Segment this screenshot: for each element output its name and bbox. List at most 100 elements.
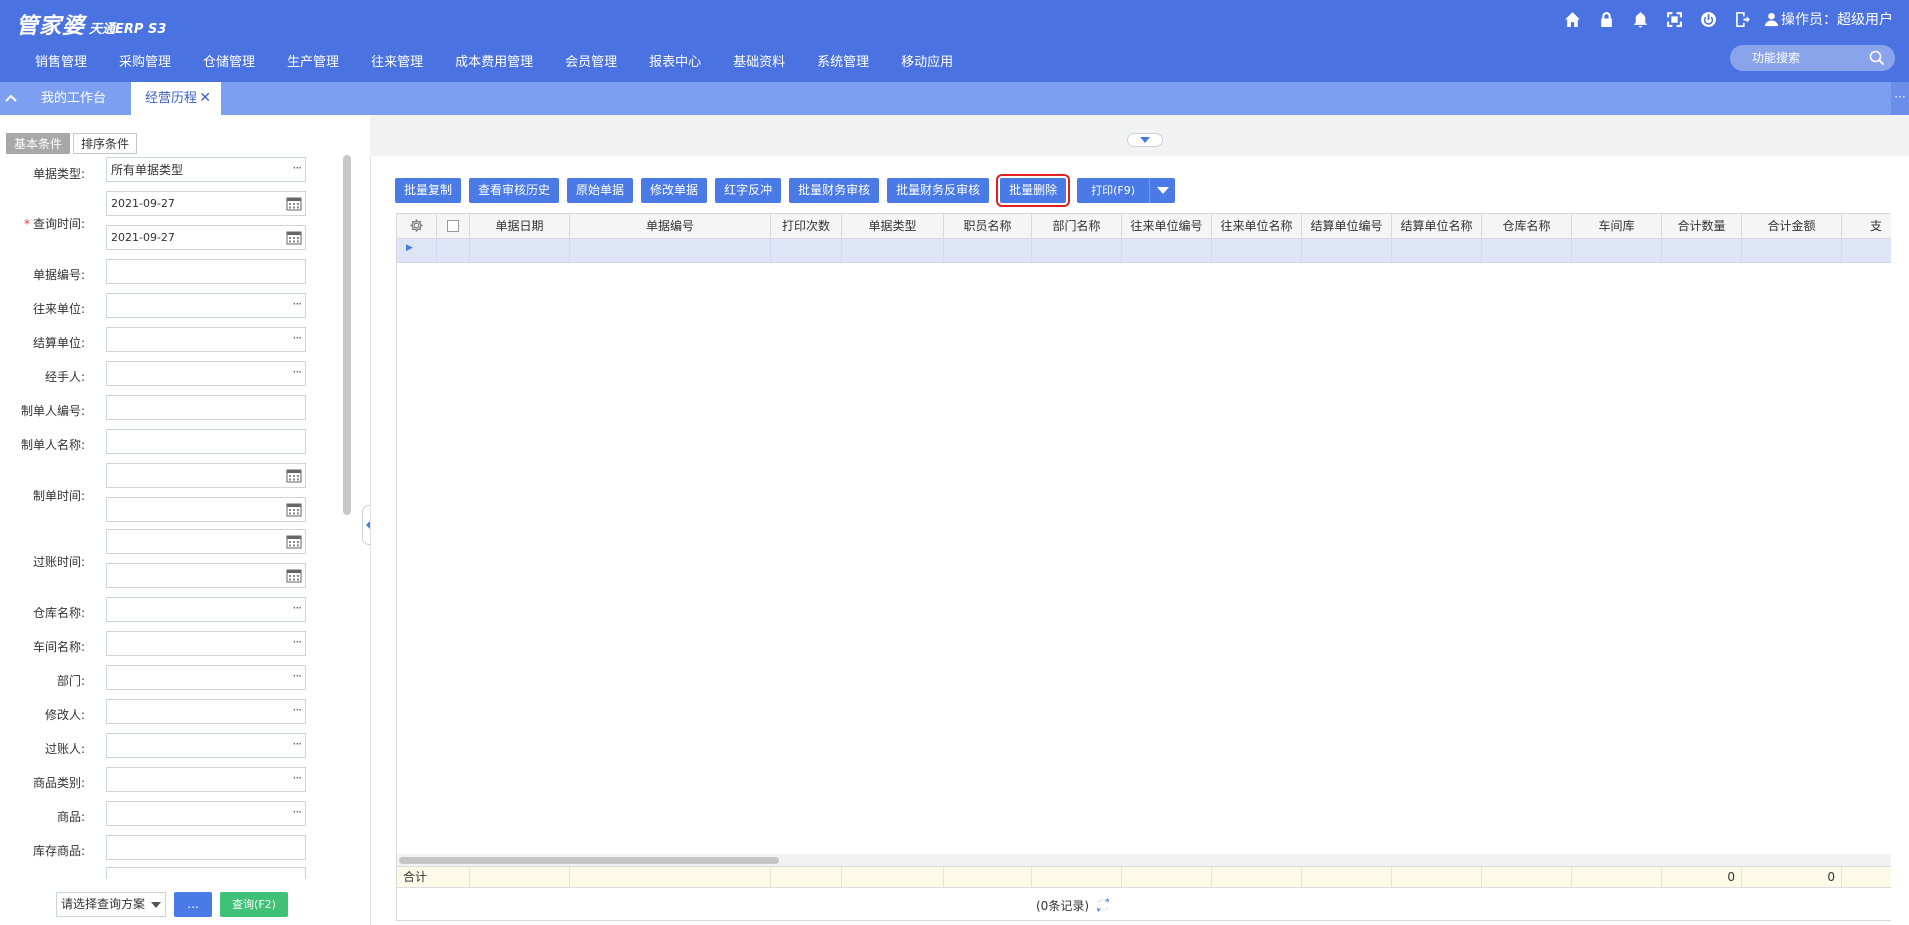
edit-bill-button[interactable]: 修改单据 xyxy=(641,178,708,203)
row-cell[interactable] xyxy=(944,239,1032,263)
ellipsis-icon[interactable]: ··· xyxy=(293,365,303,379)
creator-no-input[interactable] xyxy=(107,396,277,419)
select-all-checkbox[interactable] xyxy=(437,214,470,238)
ellipsis-icon[interactable]: ··· xyxy=(293,737,303,751)
settle-unit-field[interactable]: ··· xyxy=(106,327,306,352)
create-time-to-input[interactable] xyxy=(107,498,277,521)
goods-category-field[interactable]: ··· xyxy=(106,767,306,792)
refresh-icon[interactable] xyxy=(1095,897,1111,913)
goods-field[interactable]: ··· xyxy=(106,801,306,826)
col-workshop[interactable]: 车间库 xyxy=(1572,214,1662,238)
row-cell[interactable] xyxy=(470,239,570,263)
partner-input[interactable] xyxy=(107,294,277,317)
bell-icon[interactable] xyxy=(1630,9,1650,29)
nav-system[interactable]: 系统管理 xyxy=(801,50,885,76)
row-cell[interactable] xyxy=(1212,239,1302,263)
query-scheme-select[interactable]: 请选择查询方案 xyxy=(56,892,166,917)
tab-business-history[interactable]: 经营历程 ✕ xyxy=(131,82,221,115)
tab-basic-conditions[interactable]: 基本条件 xyxy=(6,133,71,154)
home-icon[interactable] xyxy=(1562,9,1582,29)
col-settle-no[interactable]: 结算单位编号 xyxy=(1302,214,1392,238)
next-field-partial[interactable] xyxy=(106,867,306,879)
row-cell[interactable] xyxy=(1742,239,1842,263)
col-settle-name[interactable]: 结算单位名称 xyxy=(1392,214,1482,238)
nav-mobile[interactable]: 移动应用 xyxy=(885,50,969,76)
ellipsis-icon[interactable]: ··· xyxy=(293,669,303,683)
nav-reports[interactable]: 报表中心 xyxy=(633,50,717,76)
row-cell[interactable] xyxy=(1662,239,1742,263)
partner-field[interactable]: ··· xyxy=(106,293,306,318)
nav-accounts[interactable]: 往来管理 xyxy=(355,50,439,76)
red-reverse-button[interactable]: 红字反冲 xyxy=(715,178,782,203)
poster-input[interactable] xyxy=(107,734,277,757)
content-scrollbar[interactable] xyxy=(1891,156,1909,925)
calendar-icon[interactable] xyxy=(286,568,302,583)
more-tabs-icon[interactable]: ··· xyxy=(1891,82,1909,115)
create-time-to[interactable] xyxy=(106,497,306,522)
chevron-down-icon[interactable] xyxy=(1149,178,1175,203)
post-time-to[interactable] xyxy=(106,563,306,588)
audit-history-button[interactable]: 查看审核历史 xyxy=(469,178,560,203)
row-cell[interactable] xyxy=(1482,239,1572,263)
calendar-icon[interactable] xyxy=(286,468,302,483)
row-cell[interactable] xyxy=(1122,239,1212,263)
function-search-input[interactable] xyxy=(1752,51,1862,65)
ellipsis-icon[interactable]: ··· xyxy=(293,635,303,649)
batch-copy-button[interactable]: 批量复制 xyxy=(395,178,462,203)
query-date-to[interactable] xyxy=(106,225,306,250)
post-time-to-input[interactable] xyxy=(107,564,277,587)
grid-settings[interactable] xyxy=(397,214,437,238)
scheme-more-button[interactable]: ... xyxy=(174,892,212,917)
handler-input[interactable] xyxy=(107,362,277,385)
batch-delete-button[interactable]: 批量删除 xyxy=(996,174,1071,207)
col-partner-name[interactable]: 往来单位名称 xyxy=(1212,214,1302,238)
modifier-field[interactable]: ··· xyxy=(106,699,306,724)
handler-field[interactable]: ··· xyxy=(106,361,306,386)
screen-icon[interactable] xyxy=(1664,9,1684,29)
calendar-icon[interactable] xyxy=(286,230,302,245)
logout-icon[interactable] xyxy=(1732,9,1752,29)
tab-workbench[interactable]: 我的工作台 xyxy=(41,82,106,115)
grid-horizontal-scrollbar[interactable] xyxy=(397,854,1909,866)
power-icon[interactable] xyxy=(1698,9,1718,29)
col-employee[interactable]: 职员名称 xyxy=(944,214,1032,238)
warehouse-input[interactable] xyxy=(107,598,277,621)
bill-type-field[interactable]: ··· xyxy=(106,157,306,182)
bill-no-field[interactable] xyxy=(106,259,306,284)
stock-goods-input[interactable] xyxy=(107,836,277,859)
dept-field[interactable]: ··· xyxy=(106,665,306,690)
row-cell[interactable] xyxy=(1032,239,1122,263)
nav-cost[interactable]: 成本费用管理 xyxy=(439,50,549,76)
create-time-from[interactable] xyxy=(106,463,306,488)
goods-category-input[interactable] xyxy=(107,768,277,791)
col-print-count[interactable]: 打印次数 xyxy=(771,214,842,238)
scrollbar-thumb[interactable] xyxy=(399,857,779,864)
workshop-field[interactable]: ··· xyxy=(106,631,306,656)
table-row[interactable]: ▶ xyxy=(397,239,1909,263)
workshop-input[interactable] xyxy=(107,632,277,655)
operator-info[interactable]: 操作员：超级用户 xyxy=(1764,9,1893,29)
dept-input[interactable] xyxy=(107,666,277,689)
col-total-qty[interactable]: 合计数量 xyxy=(1662,214,1742,238)
row-cell[interactable] xyxy=(570,239,771,263)
post-time-from-input[interactable] xyxy=(107,530,277,553)
col-total-amount[interactable]: 合计金额 xyxy=(1742,214,1842,238)
ellipsis-icon[interactable]: ··· xyxy=(293,703,303,717)
warehouse-field[interactable]: ··· xyxy=(106,597,306,622)
col-partner-no[interactable]: 往来单位编号 xyxy=(1122,214,1212,238)
chevron-up-icon[interactable] xyxy=(0,82,22,115)
ellipsis-icon[interactable]: ··· xyxy=(293,161,303,175)
goods-input[interactable] xyxy=(107,802,277,825)
query-panel-scrollbar[interactable] xyxy=(343,155,351,515)
row-cell[interactable] xyxy=(1572,239,1662,263)
batch-finance-audit-button[interactable]: 批量财务审核 xyxy=(789,178,880,203)
print-button[interactable]: 打印(F9) xyxy=(1077,178,1176,203)
nav-basic-data[interactable]: 基础资料 xyxy=(717,50,801,76)
nav-member[interactable]: 会员管理 xyxy=(549,50,633,76)
original-bill-button[interactable]: 原始单据 xyxy=(567,178,634,203)
lock-icon[interactable] xyxy=(1596,9,1616,29)
ellipsis-icon[interactable]: ··· xyxy=(293,601,303,615)
creator-name-field[interactable] xyxy=(106,429,306,454)
poster-field[interactable]: ··· xyxy=(106,733,306,758)
ellipsis-icon[interactable]: ··· xyxy=(293,297,303,311)
